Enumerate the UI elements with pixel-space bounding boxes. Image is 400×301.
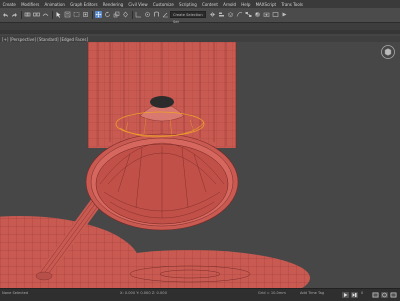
- align-icon[interactable]: [218, 11, 225, 18]
- select-object-icon[interactable]: [55, 11, 62, 18]
- maximize-viewport-icon[interactable]: [390, 292, 397, 298]
- menu-civil-view[interactable]: Civil View: [126, 2, 150, 7]
- perspective-viewport[interactable]: [0, 42, 400, 288]
- next-frame-button[interactable]: [351, 292, 358, 298]
- render-frame-icon[interactable]: [272, 11, 279, 18]
- select-and-scale-icon[interactable]: [113, 11, 120, 18]
- menu-animation[interactable]: Animation: [42, 2, 68, 7]
- undo-icon[interactable]: [2, 11, 9, 18]
- status-bar: None Selected X: 0.000 Y: 0.000 Z: 0.000…: [0, 288, 400, 301]
- selection-status: None Selected: [2, 291, 29, 295]
- main-toolbar: Create Selection Set: [0, 8, 400, 24]
- ribbon-panel: [0, 30, 400, 34]
- pivot-center-icon[interactable]: [144, 11, 151, 18]
- menu-modifiers[interactable]: Modifiers: [18, 2, 41, 7]
- ribbon-tabs: [0, 23, 400, 30]
- menu-arnold[interactable]: Arnold: [221, 2, 239, 7]
- menu-customize[interactable]: Customize: [150, 2, 176, 7]
- zoom-extents-icon[interactable]: [372, 292, 379, 298]
- select-by-name-icon[interactable]: [64, 11, 71, 18]
- redo-icon[interactable]: [11, 11, 18, 18]
- material-editor-icon[interactable]: [254, 11, 261, 18]
- orbit-icon[interactable]: [381, 292, 388, 298]
- menu-graph-editors[interactable]: Graph Editors: [68, 2, 101, 7]
- link-icon[interactable]: [24, 11, 31, 18]
- menu-bar: Create Modifiers Animation Graph Editors…: [0, 0, 400, 8]
- toolbar-divider: [132, 11, 133, 19]
- selection-set-input[interactable]: Create Selection Set: [170, 11, 206, 24]
- add-time-tag-button[interactable]: Add Time Tag: [300, 291, 324, 295]
- toolbar-divider: [92, 11, 93, 19]
- menu-help[interactable]: Help: [239, 2, 253, 7]
- angle-snap-icon[interactable]: [162, 11, 169, 18]
- bind-to-space-warp-icon[interactable]: [42, 11, 49, 18]
- select-and-rotate-icon[interactable]: [104, 11, 111, 18]
- schematic-view-icon[interactable]: [245, 11, 252, 18]
- menu-create[interactable]: Create: [0, 2, 18, 7]
- menu-trans-tools[interactable]: Trans Tools: [279, 2, 306, 7]
- menu-maxscript[interactable]: MAXScript: [253, 2, 279, 7]
- play-button[interactable]: [342, 292, 349, 298]
- curve-editor-icon[interactable]: [236, 11, 243, 18]
- select-and-move-icon[interactable]: [95, 11, 102, 18]
- snap-toggle-icon[interactable]: [153, 11, 160, 18]
- rectangular-selection-icon[interactable]: [73, 11, 80, 18]
- grid-size: Grid = 10.0mm: [258, 291, 286, 295]
- select-and-place-icon[interactable]: [122, 11, 129, 18]
- coordinate-readout[interactable]: X: 0.000 Y: 0.000 Z: 0.000: [120, 291, 167, 295]
- viewport-scene: [0, 42, 310, 288]
- layer-explorer-icon[interactable]: [227, 11, 234, 18]
- reference-coordinate-icon[interactable]: [135, 11, 142, 18]
- viewcube[interactable]: [380, 44, 396, 62]
- viewcube-icon: [381, 45, 395, 59]
- unlink-icon[interactable]: [33, 11, 40, 18]
- render-setup-icon[interactable]: [263, 11, 270, 18]
- mirror-icon[interactable]: [209, 11, 216, 18]
- menu-rendering[interactable]: Rendering: [100, 2, 126, 7]
- menu-content[interactable]: Content: [199, 2, 220, 7]
- toolbar-divider: [21, 11, 22, 19]
- frame-number[interactable]: 0: [361, 291, 363, 295]
- render-production-icon[interactable]: [281, 11, 288, 18]
- menu-scripting[interactable]: Scripting: [176, 2, 199, 7]
- window-crossing-icon[interactable]: [82, 11, 89, 18]
- toolbar-divider: [52, 11, 53, 19]
